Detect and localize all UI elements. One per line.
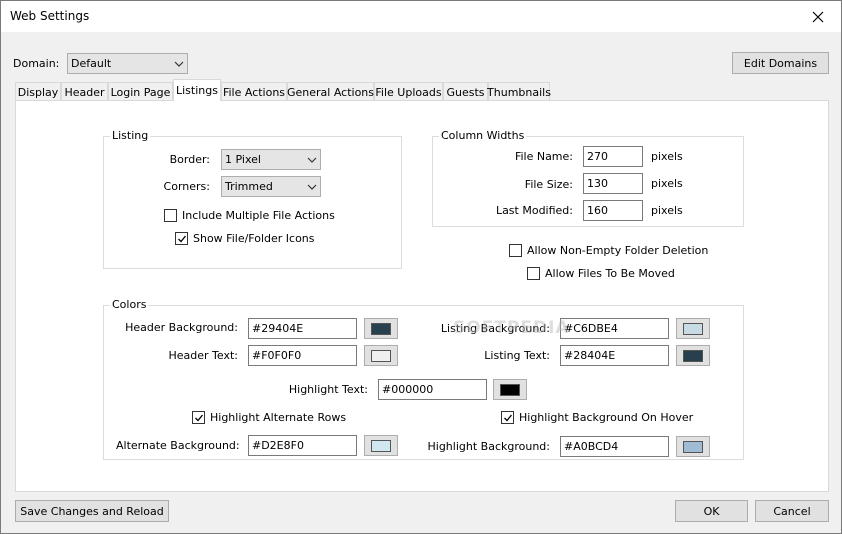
close-button[interactable] xyxy=(795,1,841,32)
highlight-bg-hover-label: Highlight Background On Hover xyxy=(519,411,694,424)
last-modified-width-label: Last Modified: xyxy=(495,204,573,217)
listing-text-input[interactable]: #28404E xyxy=(560,345,669,366)
highlight-text-swatch xyxy=(500,383,520,396)
column-widths-group-title: Column Widths xyxy=(439,129,527,142)
listing-bg-input[interactable]: #C6DBE4 xyxy=(560,318,669,339)
title-bar: Web Settings xyxy=(1,1,841,32)
highlight-bg-hover-checkbox[interactable] xyxy=(501,411,514,424)
highlight-bg-swatch xyxy=(683,440,703,453)
checkmark-icon xyxy=(503,414,512,421)
header-bg-swatch-button[interactable] xyxy=(364,318,398,339)
tab-thumbnails[interactable]: Thumbnails xyxy=(487,82,551,101)
tab-display[interactable]: Display xyxy=(15,82,61,101)
file-size-width-label: File Size: xyxy=(524,178,573,191)
file-name-width-unit: pixels xyxy=(651,150,683,163)
ok-button[interactable]: OK xyxy=(675,500,748,522)
listing-text-swatch-button[interactable] xyxy=(676,345,710,366)
highlight-text-input[interactable]: #000000 xyxy=(378,379,487,400)
highlight-alt-rows-checkbox[interactable] xyxy=(192,411,205,424)
show-icons-label: Show File/Folder Icons xyxy=(193,232,315,245)
cancel-button[interactable]: Cancel xyxy=(755,500,829,522)
tab-general-actions[interactable]: General Actions xyxy=(287,82,374,101)
show-icons-checkbox[interactable] xyxy=(175,232,188,245)
file-size-width-unit: pixels xyxy=(651,177,683,190)
colors-group-title: Colors xyxy=(110,298,149,311)
corners-select-value: Trimmed xyxy=(225,180,273,193)
alternate-bg-label: Alternate Background: xyxy=(116,439,240,452)
header-bg-label: Header Background: xyxy=(125,321,238,334)
header-text-label: Header Text: xyxy=(168,349,238,362)
header-bg-input[interactable]: #29404E xyxy=(248,318,357,339)
file-name-width-input[interactable]: 270 xyxy=(583,146,643,167)
tab-guests[interactable]: Guests xyxy=(443,82,488,101)
corners-label: Corners: xyxy=(163,180,210,193)
web-settings-window: Web Settings Domain: Default Edit Domain… xyxy=(0,0,842,534)
corners-select[interactable]: Trimmed xyxy=(221,176,321,197)
highlight-bg-swatch-button[interactable] xyxy=(676,436,710,457)
domain-label: Domain: xyxy=(13,57,60,70)
tab-login-page[interactable]: Login Page xyxy=(108,82,173,101)
allow-move-checkbox[interactable] xyxy=(527,267,540,280)
tab-header[interactable]: Header xyxy=(61,82,108,101)
edit-domains-button[interactable]: Edit Domains xyxy=(732,52,829,74)
window-title: Web Settings xyxy=(10,9,90,23)
listing-text-label: Listing Text: xyxy=(484,349,550,362)
last-modified-width-input[interactable]: 160 xyxy=(583,200,643,221)
tab-file-actions[interactable]: File Actions xyxy=(221,82,287,101)
chevron-down-icon xyxy=(304,150,320,169)
highlight-text-swatch-button[interactable] xyxy=(493,379,527,400)
tab-file-uploads[interactable]: File Uploads xyxy=(374,82,443,101)
listing-bg-swatch-button[interactable] xyxy=(676,318,710,339)
border-select[interactable]: 1 Pixel xyxy=(221,149,321,170)
alternate-bg-input[interactable]: #D2E8F0 xyxy=(248,435,357,456)
highlight-bg-label: Highlight Background: xyxy=(427,440,551,453)
tab-listings[interactable]: Listings xyxy=(173,79,221,101)
include-multiple-checkbox[interactable] xyxy=(164,209,177,222)
domain-select-value: Default xyxy=(71,57,112,70)
allow-nonempty-deletion-label: Allow Non-Empty Folder Deletion xyxy=(527,244,709,257)
header-bg-swatch xyxy=(371,322,391,335)
last-modified-width-unit: pixels xyxy=(651,204,683,217)
save-reload-button[interactable]: Save Changes and Reload xyxy=(15,500,169,522)
allow-nonempty-deletion-checkbox[interactable] xyxy=(509,244,522,257)
highlight-bg-input[interactable]: #A0BCD4 xyxy=(560,436,669,457)
include-multiple-label: Include Multiple File Actions xyxy=(182,209,335,222)
file-size-width-input[interactable]: 130 xyxy=(583,173,643,194)
header-text-input[interactable]: #F0F0F0 xyxy=(248,345,357,366)
border-label: Border: xyxy=(169,153,210,166)
header-text-swatch-button[interactable] xyxy=(364,345,398,366)
listing-text-swatch xyxy=(683,349,703,362)
header-text-swatch xyxy=(371,349,391,362)
chevron-down-icon xyxy=(171,54,187,73)
checkmark-icon xyxy=(177,235,186,242)
highlight-alt-rows-label: Highlight Alternate Rows xyxy=(210,411,347,424)
highlight-text-label: Highlight Text: xyxy=(288,383,368,396)
alternate-bg-swatch-button[interactable] xyxy=(364,435,398,456)
listings-panel: Listing Border: 1 Pixel Corners: Trimmed… xyxy=(15,100,829,492)
close-icon xyxy=(812,11,824,22)
listing-bg-swatch xyxy=(683,322,703,335)
border-select-value: 1 Pixel xyxy=(225,153,261,166)
listing-group-title: Listing xyxy=(110,129,151,142)
checkmark-icon xyxy=(194,414,203,421)
alternate-bg-swatch xyxy=(371,439,391,452)
chevron-down-icon xyxy=(304,177,320,196)
allow-move-label: Allow Files To Be Moved xyxy=(545,267,675,280)
domain-select[interactable]: Default xyxy=(67,53,188,74)
file-name-width-label: File Name: xyxy=(514,150,573,163)
listing-bg-label: Listing Background: xyxy=(440,322,550,335)
